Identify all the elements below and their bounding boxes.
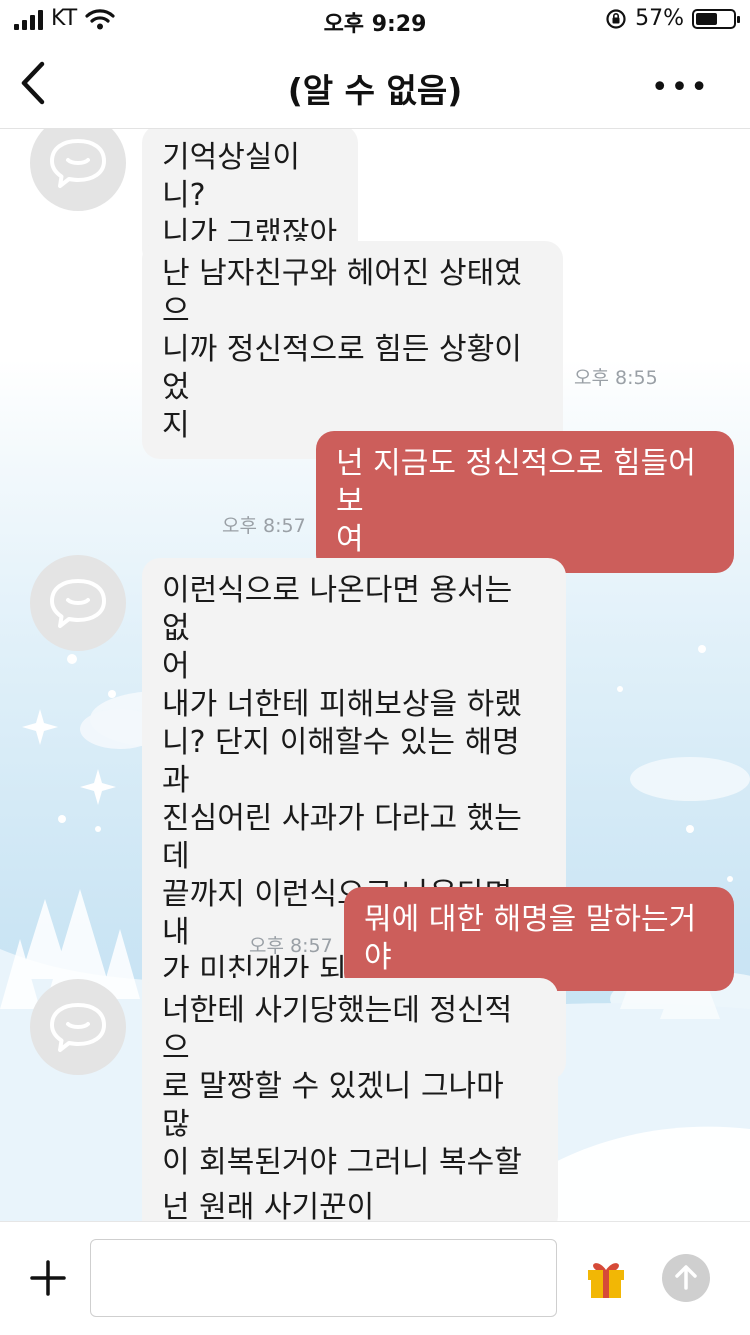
- avatar[interactable]: [30, 129, 126, 211]
- chat-bubble-icon: [50, 579, 106, 628]
- chat-header: (알 수 없음) •••: [0, 40, 750, 129]
- more-horizontal-icon[interactable]: •••: [651, 70, 710, 105]
- status-bar: KT 오후 9:29 57%: [0, 0, 750, 40]
- message-input[interactable]: [90, 1239, 557, 1317]
- outgoing-message-bubble[interactable]: 넌 지금도 정신적으로 힘들어보 여: [316, 431, 734, 573]
- chat-bubble-icon: [50, 1003, 106, 1052]
- chat-bubble-icon: [50, 139, 106, 188]
- battery-icon: [692, 8, 740, 29]
- incoming-message-bubble[interactable]: 난 남자친구와 헤어진 상태였으 니까 정신적으로 힘든 상황이었 지: [142, 241, 563, 459]
- plus-icon[interactable]: [28, 1258, 68, 1298]
- avatar[interactable]: [30, 555, 126, 651]
- send-arrow-icon[interactable]: [662, 1254, 710, 1302]
- avatar[interactable]: [30, 979, 126, 1075]
- outgoing-message-bubble[interactable]: 뭐에 대한 해명을 말하는거야: [344, 887, 734, 991]
- input-bar: [0, 1221, 750, 1335]
- orientation-lock-icon: [606, 8, 626, 29]
- gift-icon[interactable]: [584, 1254, 628, 1300]
- battery-percent: 57%: [635, 6, 684, 31]
- incoming-message-bubble[interactable]: 넌 원래 사기꾼이니?: [142, 1175, 430, 1221]
- message-timestamp: 오후 8:57: [222, 515, 306, 537]
- message-timestamp: 오후 8:55: [574, 367, 658, 389]
- message-timestamp: 오후 8:57: [249, 935, 333, 957]
- chat-area[interactable]: 기억상실이니? 니가 그랬잖아 난 남자친구와 헤어진 상태였으 니까 정신적으로…: [0, 129, 750, 1221]
- chat-title: (알 수 없음): [287, 71, 463, 110]
